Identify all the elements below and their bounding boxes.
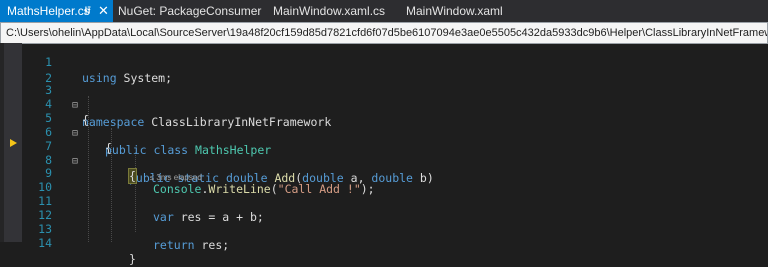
margin-separator (0, 43, 4, 242)
tab-label: MathsHelper.cs (7, 4, 90, 18)
code-text: return res; (153, 238, 230, 252)
tab-mathshelper[interactable]: MathsHelper.cs ⭿ ✕ (0, 0, 113, 22)
close-icon[interactable]: ✕ (98, 0, 109, 22)
tab-label: MainWindow.xaml.cs (273, 4, 386, 18)
tab-mainwindow-xaml[interactable]: MainWindow.xaml (406, 0, 503, 22)
line-number: 14 (38, 236, 52, 250)
code-line-14[interactable]: 14 } (22, 219, 768, 266)
document-tab-bar: MathsHelper.cs ⭿ ✕ NuGet: PackageConsume… (0, 0, 768, 22)
code-text: } (129, 252, 136, 266)
code-line-1[interactable]: 1 using System; (22, 38, 768, 85)
tab-mainwindow-xaml-cs[interactable]: MainWindow.xaml.cs (273, 0, 385, 22)
tab-label: NuGet: PackageConsumer (118, 4, 262, 18)
tab-label: MainWindow.xaml (406, 4, 503, 18)
pin-icon[interactable]: ⭿ (84, 0, 91, 22)
tab-nuget-packageconsumer[interactable]: NuGet: PackageConsumer (118, 0, 261, 22)
current-statement-arrow-icon (10, 139, 17, 147)
